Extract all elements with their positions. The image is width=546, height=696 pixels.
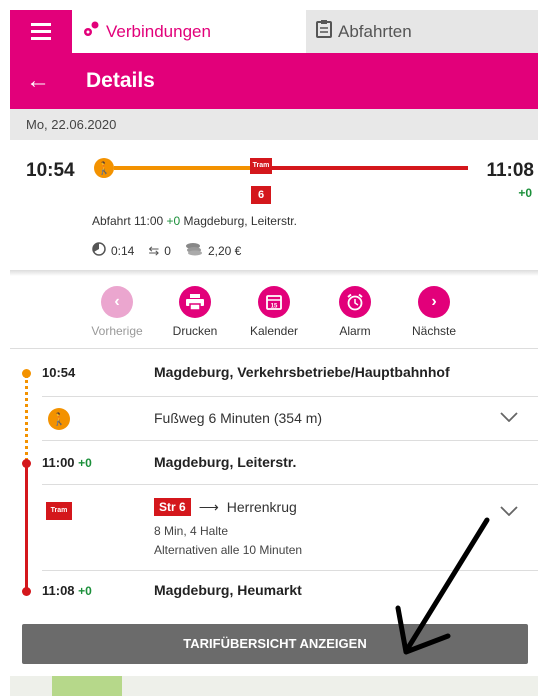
calendar-icon: 15: [258, 286, 290, 318]
stop-dot: [22, 459, 31, 468]
route-timeline: 10:54 Magdeburg, Verkehrsbetriebe/Hauptb…: [10, 348, 538, 606]
stop-delay: +0: [78, 456, 92, 470]
stop-dot: [22, 587, 31, 596]
tab-abfahrten[interactable]: Abfahrten: [306, 10, 538, 53]
transfers-stat: ⇆ 0: [148, 243, 171, 259]
chevron-left-icon: ‹: [101, 286, 133, 318]
tram-leg-details: 8 Min, 4 Halte: [154, 524, 229, 538]
tram-path-line: [25, 465, 28, 593]
summary-divider: [10, 270, 538, 276]
tab-verbindungen[interactable]: Verbindungen: [72, 10, 306, 53]
arrival-delay: +0: [518, 186, 532, 200]
stop-delay: +0: [78, 584, 92, 598]
stop-row-leiterstr: 11:00 +0 Magdeburg, Leiterstr.: [42, 441, 538, 485]
chevron-down-icon[interactable]: [500, 503, 518, 519]
departure-info-time: Abfahrt 11:00: [92, 214, 164, 228]
arrow-right-icon: ⟶: [198, 498, 219, 515]
duration-stat: 0:14: [92, 242, 134, 259]
stop-row-destination: 11:08 +0 Magdeburg, Heumarkt: [42, 571, 538, 607]
page-title: Details: [86, 69, 155, 92]
arrow-left-icon[interactable]: ←: [10, 67, 66, 95]
chevron-right-icon: ›: [418, 286, 450, 318]
clock-icon: [92, 242, 106, 259]
walk-leg-text: Fußweg 6 Minuten (354 m): [154, 410, 323, 426]
route-pin-icon: [82, 20, 100, 43]
stop-row-origin: 10:54 Magdeburg, Verkehrsbetriebe/Hauptb…: [42, 349, 538, 397]
summary-stats: 0:14 ⇆ 0 2,20 €: [92, 242, 241, 259]
alarm-clock-icon: [339, 286, 371, 318]
tram-leg-row[interactable]: Tram Str 6 ⟶ Herrenkrug 8 Min, 4 Halte A…: [42, 485, 538, 571]
coins-icon: [185, 242, 203, 259]
print-button[interactable]: Drucken: [160, 286, 230, 338]
calendar-label: Kalender: [249, 324, 299, 338]
walking-icon: 🚶: [48, 408, 70, 430]
walking-icon: 🚶: [94, 158, 114, 178]
stop-station: Magdeburg, Leiterstr.: [154, 454, 297, 470]
date-bar: Mo, 22.06.2020: [10, 109, 538, 140]
departure-info: Abfahrt 11:00 +0 Magdeburg, Leiterstr.: [92, 214, 297, 228]
hamburger-icon[interactable]: [10, 10, 72, 53]
price-value: 2,20 €: [207, 243, 242, 258]
stop-dot: [22, 369, 31, 378]
tram-leg-line: Str 6 ⟶ Herrenkrug: [154, 498, 297, 516]
tram-icon: Tram: [250, 158, 272, 174]
connection-summary: 10:54 🚶 Tram 6 11:08 +0 Abfahrt 11:00 +0…: [10, 140, 538, 272]
action-row: ‹ Vorherige Drucken 15 Kalender Alarm › …: [10, 280, 538, 346]
line-badge: 6: [251, 186, 271, 204]
tram-segment: [250, 166, 468, 170]
stop-time-value: 11:08: [42, 583, 75, 598]
stop-time: 11:08 +0: [42, 583, 92, 598]
tab-bar: Verbindungen Abfahrten: [10, 10, 538, 53]
svg-text:15: 15: [271, 304, 278, 310]
tarif-overview-button[interactable]: TARIFÜBERSICHT ANZEIGEN: [22, 624, 528, 664]
duration-value: 0:14: [111, 243, 135, 258]
transfer-icon: ⇆: [148, 242, 160, 258]
price-stat: 2,20 €: [185, 242, 241, 259]
print-label: Drucken: [172, 324, 218, 338]
printer-icon: [179, 286, 211, 318]
departure-info-station: Magdeburg, Leiterstr.: [183, 214, 297, 228]
clipboard-icon: [316, 20, 332, 43]
tab-verbindungen-label: Verbindungen: [106, 21, 211, 41]
summary-departure-time: 10:54: [26, 160, 75, 181]
walk-path-line: [25, 375, 28, 461]
tram-leg-alternatives: Alternativen alle 10 Minuten: [154, 543, 303, 557]
previous-button[interactable]: ‹ Vorherige: [82, 286, 152, 338]
calendar-button[interactable]: 15 Kalender: [239, 286, 309, 338]
stop-time: 11:00 +0: [42, 455, 92, 470]
map-green-area: [52, 676, 122, 696]
stop-station: Magdeburg, Verkehrsbetriebe/Hauptbahnhof: [154, 364, 450, 380]
tram-icon: Tram: [46, 502, 72, 520]
walk-leg-row[interactable]: 🚶 Fußweg 6 Minuten (354 m): [42, 397, 538, 441]
alarm-button[interactable]: Alarm: [320, 286, 390, 338]
details-header: ← Details: [10, 53, 538, 109]
line-badge: Str 6: [154, 498, 191, 516]
stop-station: Magdeburg, Heumarkt: [154, 582, 302, 598]
stop-time-value: 11:00: [42, 455, 75, 470]
next-button[interactable]: › Nächste: [399, 286, 469, 338]
alarm-label: Alarm: [339, 324, 371, 338]
tram-direction: Herrenkrug: [226, 499, 297, 515]
stop-time: 10:54: [42, 365, 76, 380]
transfers-value: 0: [164, 243, 171, 258]
previous-label: Vorherige: [91, 324, 143, 338]
chevron-down-icon[interactable]: [500, 409, 518, 425]
departure-info-delay: +0: [166, 214, 181, 228]
next-label: Nächste: [411, 324, 457, 338]
tab-abfahrten-label: Abfahrten: [338, 21, 412, 41]
walk-segment: [114, 166, 250, 170]
summary-arrival-time: 11:08: [486, 160, 534, 181]
